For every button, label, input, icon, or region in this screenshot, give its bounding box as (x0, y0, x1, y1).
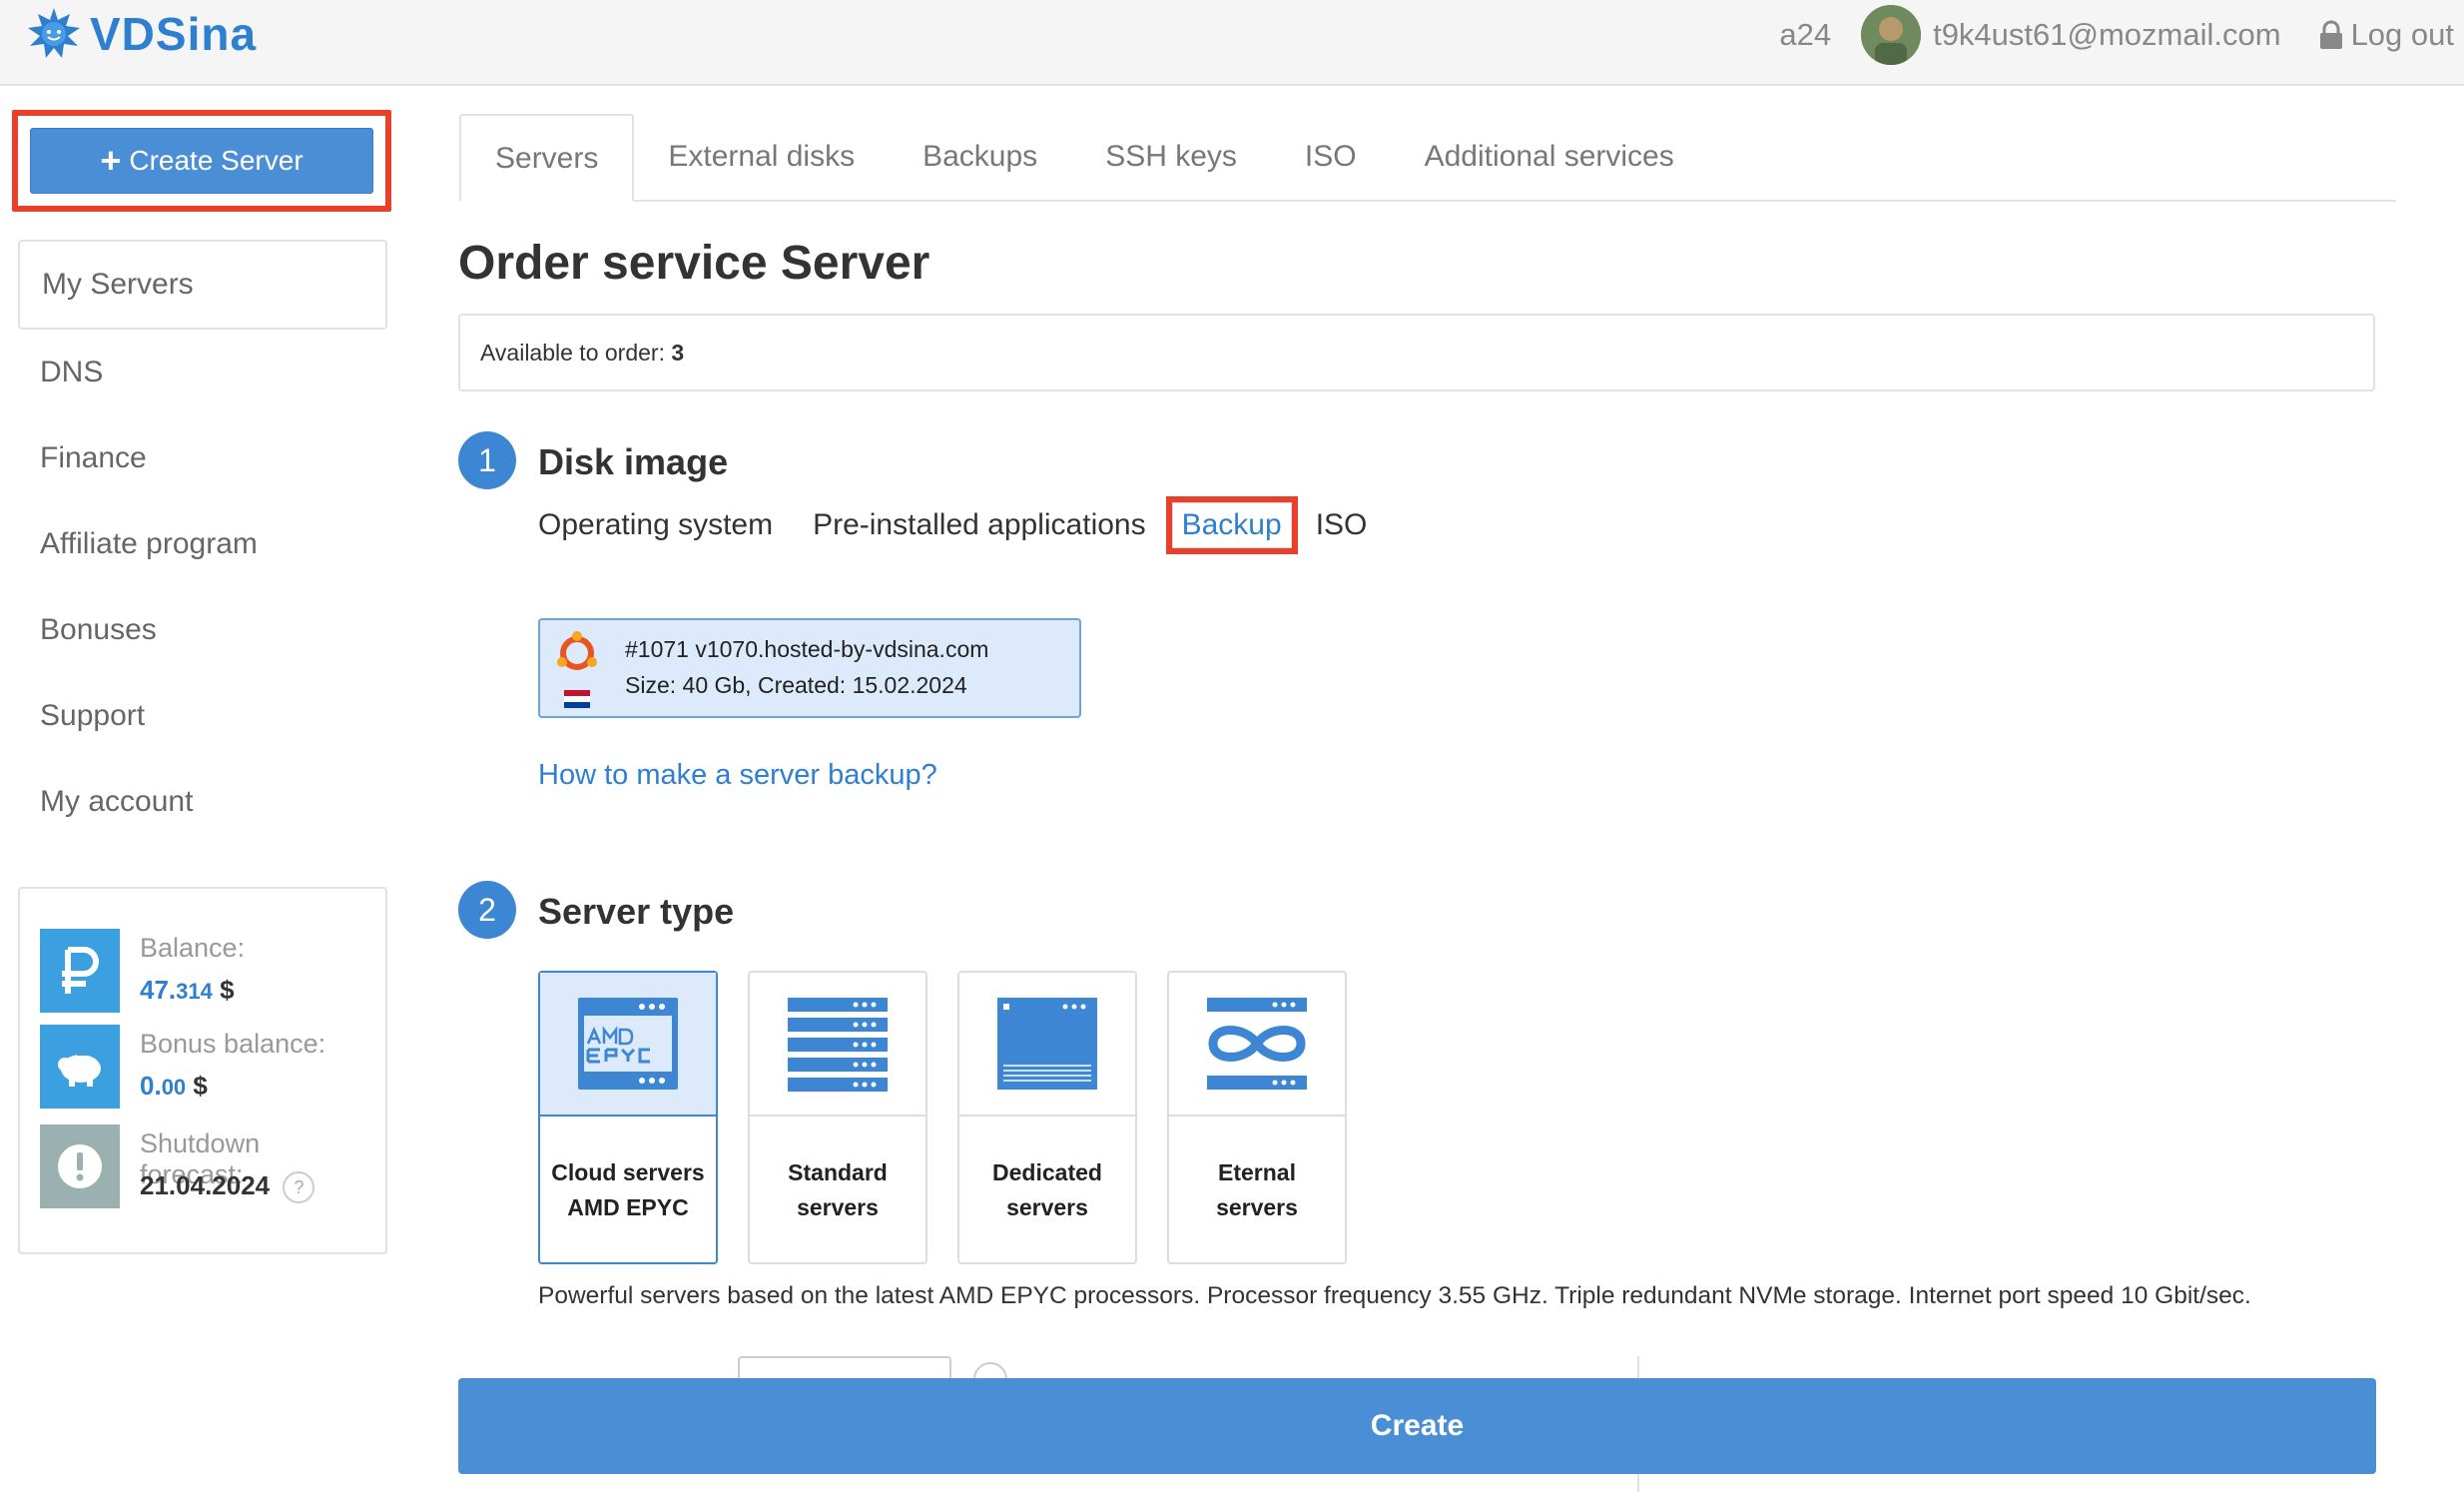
avatar-image-icon (1861, 5, 1922, 65)
bonus-row: Bonus balance: 0.00 $ (40, 1025, 369, 1109)
create-server-label: Create Server (129, 145, 304, 176)
server-type-eternal[interactable]: Eternal servers (1167, 971, 1347, 1264)
create-button[interactable]: Create (458, 1378, 2376, 1474)
logout-label: Log out (2350, 17, 2454, 52)
dedicated-server-icon (959, 973, 1135, 1117)
flag-nl-icon (564, 690, 590, 708)
server-rack-icon (750, 973, 925, 1117)
server-type-list: Cloud servers AMD EPYC Standard servers (538, 971, 1377, 1264)
user-area: a24 t9k4ust61@mozmail.com Log out (1779, 0, 2464, 70)
server-type-label: Eternal servers (1216, 1159, 1298, 1220)
balance-label: Balance: (140, 933, 246, 963)
top-header: VDSina a24 t9k4ust61@mozmail.com Log out (0, 0, 2464, 86)
server-type-label: Dedicated servers (992, 1159, 1102, 1220)
image-tab-iso[interactable]: ISO (1316, 508, 1368, 542)
backup-help-link[interactable]: How to make a server backup? (538, 759, 937, 792)
available-count: 3 (671, 340, 685, 366)
alert-icon (40, 1124, 120, 1208)
piggy-bank-icon (40, 1025, 120, 1109)
os-logo (554, 630, 600, 710)
lock-icon (2319, 20, 2342, 49)
tab-additional-services[interactable]: Additional services (1391, 114, 1708, 200)
sidebar-item-finance[interactable]: Finance (18, 415, 387, 501)
tab-external-disks[interactable]: External disks (634, 114, 889, 200)
logo-text: VDSina (90, 8, 258, 60)
create-server-button[interactable]: + Create Server (30, 128, 373, 194)
image-tab-backup[interactable]: Backup (1165, 496, 1298, 554)
logout-link[interactable]: Log out (2319, 17, 2454, 53)
shutdown-row: Shutdown forecast: 21.04.2024 ? (40, 1124, 369, 1208)
step-2-title: Server type (538, 891, 735, 932)
sidebar-item-support[interactable]: Support (18, 673, 387, 759)
shutdown-value: 21.04.2024 ? (140, 1170, 315, 1204)
page-title: Order service Server (458, 237, 930, 290)
tab-servers[interactable]: Servers (459, 114, 635, 202)
bonus-label: Bonus balance: (140, 1029, 326, 1059)
backup-details: Size: 40 Gb, Created: 15.02.2024 (625, 672, 967, 698)
avatar[interactable] (1861, 5, 1922, 65)
amd-epyc-icon (540, 973, 716, 1117)
sidebar-item-my-account[interactable]: My account (18, 759, 387, 845)
sidebar-item-bonuses[interactable]: Bonuses (18, 587, 387, 673)
step-2-badge: 2 (458, 881, 516, 939)
server-type-cloud-amd[interactable]: Cloud servers AMD EPYC (538, 971, 718, 1264)
backup-option[interactable]: #1071 v1070.hosted-by-vdsina.com Size: 4… (538, 618, 1081, 718)
account-login: a24 (1779, 17, 1832, 52)
available-label: Available to order: (480, 340, 665, 366)
sidebar-item-affiliate[interactable]: Affiliate program (18, 501, 387, 587)
ubuntu-icon (557, 631, 597, 670)
tab-ssh-keys[interactable]: SSH keys (1071, 114, 1271, 200)
ruble-icon (40, 929, 120, 1013)
step-1-badge: 1 (458, 431, 516, 489)
disk-image-tabs: Operating system Pre-installed applicati… (538, 496, 1407, 554)
balance-row: Balance: 47.314 $ (40, 929, 369, 1013)
tab-iso[interactable]: ISO (1271, 114, 1391, 200)
server-type-label: Standard servers (788, 1159, 888, 1220)
sidebar-nav: My Servers DNS Finance Affiliate program… (18, 240, 387, 845)
plus-icon: + (100, 140, 122, 181)
sidebar-item-dns[interactable]: DNS (18, 330, 387, 415)
server-type-description: Powerful servers based on the latest AMD… (538, 1282, 2251, 1309)
balance-panel: Balance: 47.314 $ Bonus balance: 0.00 $ (18, 887, 387, 1254)
tab-backups[interactable]: Backups (889, 114, 1071, 200)
create-server-highlight: + Create Server (12, 110, 391, 212)
server-type-label: Cloud servers AMD EPYC (551, 1159, 705, 1220)
server-type-dedicated[interactable]: Dedicated servers (957, 971, 1137, 1264)
step-1-title: Disk image (538, 441, 729, 482)
server-type-standard[interactable]: Standard servers (748, 971, 927, 1264)
help-icon[interactable]: ? (283, 1171, 315, 1204)
logo-icon (28, 8, 80, 58)
infinity-server-icon (1169, 973, 1345, 1117)
available-to-order: Available to order: 3 (458, 314, 2375, 391)
bonus-value: 0.00 $ (140, 1071, 208, 1101)
sidebar-item-my-servers[interactable]: My Servers (18, 240, 387, 330)
balance-value: 47.314 $ (140, 975, 235, 1005)
backup-title: #1071 v1070.hosted-by-vdsina.com (625, 636, 989, 662)
image-tab-operating-system[interactable]: Operating system (538, 508, 773, 542)
logo[interactable]: VDSina (26, 4, 257, 64)
account-email[interactable]: t9k4ust61@mozmail.com (1933, 17, 2280, 53)
image-tab-preinstalled[interactable]: Pre-installed applications (813, 508, 1146, 542)
main-tabs: Servers External disks Backups SSH keys … (459, 114, 2396, 202)
